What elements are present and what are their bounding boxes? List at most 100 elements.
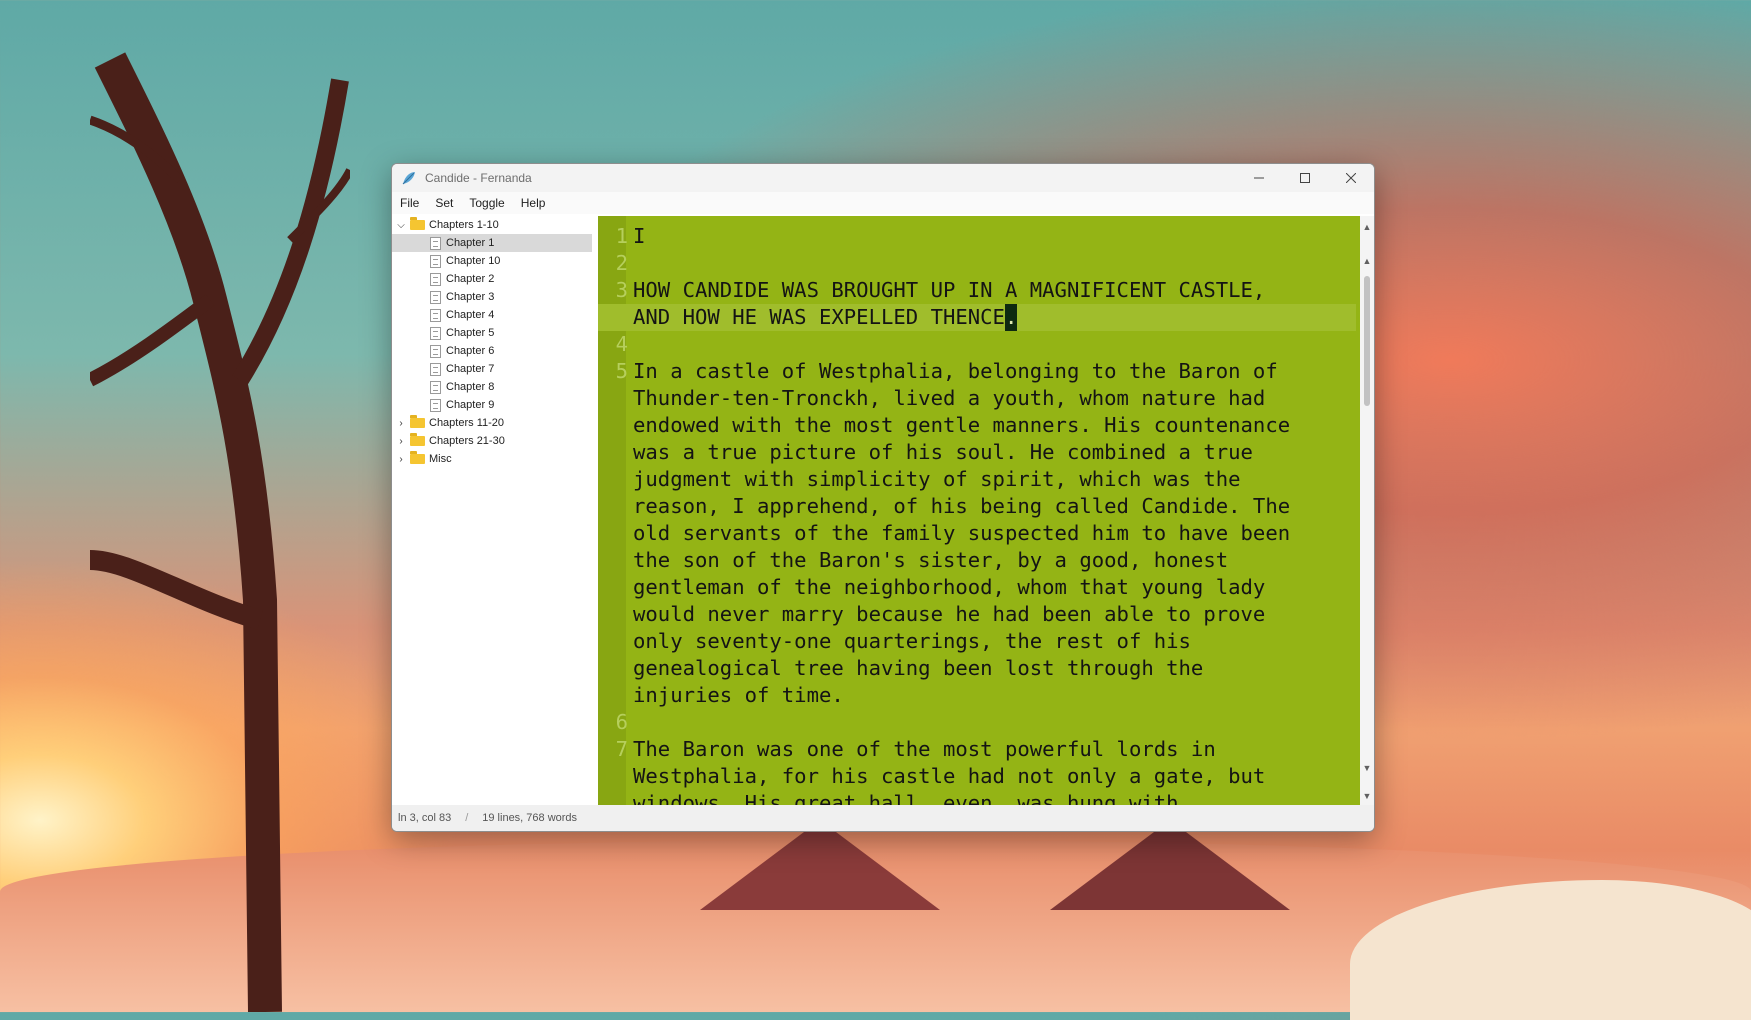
text-editor[interactable]: 1I2 3 HOW CANDIDE WAS BROUGHT UP IN A MAG… (598, 216, 1360, 805)
line-number: 3 (615, 278, 628, 302)
tree-item-chapter-7[interactable]: Chapter 7 (392, 360, 592, 378)
line-text: I (633, 224, 646, 248)
editor-line[interactable]: Westphalia, for his castle had not only … (598, 763, 1356, 790)
status-separator: / (465, 812, 469, 824)
editor-line[interactable]: injuries of time. (598, 682, 1356, 709)
tree-item-chapter-5[interactable]: Chapter 5 (392, 324, 592, 342)
tree-folder-misc[interactable]: › Misc (392, 450, 592, 468)
menu-set[interactable]: Set (435, 196, 461, 210)
document-counts: 19 lines, 768 words (482, 812, 578, 824)
vertical-scrollbar[interactable]: ▲ ▲ ▼ ▼ (1360, 216, 1374, 805)
editor-line[interactable]: AND HOW HE WAS EXPELLED THENCE. (598, 304, 1356, 331)
editor-line[interactable]: 6 (598, 709, 1356, 736)
menu-file[interactable]: File (400, 196, 427, 210)
document-icon (430, 362, 441, 376)
document-icon (430, 380, 441, 394)
cursor-position: ln 3, col 83 (398, 812, 452, 824)
scroll-up-icon[interactable]: ▲ (1360, 254, 1374, 268)
tree-label: Chapters 21-30 (429, 435, 505, 447)
editor-line[interactable]: only seventy-one quarterings, the rest o… (598, 628, 1356, 655)
chevron-down-icon[interactable]: ⌵ (396, 220, 406, 231)
scrollbar-thumb[interactable] (1364, 276, 1370, 406)
tree-item-chapter-1[interactable]: Chapter 1 (392, 234, 592, 252)
line-number (598, 304, 633, 331)
editor-line[interactable]: was a true picture of his soul. He combi… (598, 439, 1356, 466)
minimize-button[interactable] (1236, 164, 1282, 192)
editor-line[interactable]: windows. His great hall, even, was hung … (598, 790, 1356, 805)
line-text: old servants of the family suspected him… (633, 521, 1291, 545)
title-bar[interactable]: Candide - Fernanda (392, 164, 1374, 192)
editor-line[interactable]: 4 (598, 331, 1356, 358)
tree-item-chapter-8[interactable]: Chapter 8 (392, 378, 592, 396)
editor-line[interactable]: 1I (598, 223, 1356, 250)
document-icon (430, 344, 441, 358)
editor-line[interactable]: would never marry because he had been ab… (598, 601, 1356, 628)
document-icon (430, 290, 441, 304)
line-text (633, 331, 645, 358)
editor-line[interactable]: 7 The Baron was one of the most powerful … (598, 736, 1356, 763)
tree-label: Chapter 5 (446, 327, 495, 339)
line-text (633, 250, 645, 277)
line-number (598, 547, 633, 574)
line-number (598, 601, 633, 628)
scroll-top-icon[interactable]: ▲ (1360, 220, 1374, 234)
folder-icon (410, 217, 425, 230)
line-text: Thunder-ten-Tronckh, lived a youth, whom… (633, 386, 1266, 410)
editor-line[interactable]: 3 HOW CANDIDE WAS BROUGHT UP IN A MAGNIFI… (598, 277, 1356, 304)
document-icon (430, 236, 441, 250)
tree-label: Chapter 4 (446, 309, 495, 321)
editor-line[interactable]: reason, I apprehend, of his being called… (598, 493, 1356, 520)
tree-label: Chapter 3 (446, 291, 495, 303)
editor-line[interactable]: 2 (598, 250, 1356, 277)
tree-folder-chapters-21-30[interactable]: › Chapters 21-30 (392, 432, 592, 450)
tree-label: Chapter 9 (446, 399, 495, 411)
menu-bar: File Set Toggle Help (392, 192, 1374, 214)
editor-line[interactable]: judgment with simplicity of spirit, whic… (598, 466, 1356, 493)
line-number (598, 520, 633, 547)
tree-item-chapter-2[interactable]: Chapter 2 (392, 270, 592, 288)
close-button[interactable] (1328, 164, 1374, 192)
tree-item-chapter-6[interactable]: Chapter 6 (392, 342, 592, 360)
tree-item-chapter-9[interactable]: Chapter 9 (392, 396, 592, 414)
line-text: The Baron was one of the most powerful l… (633, 737, 1216, 761)
line-number: 6 (615, 710, 628, 734)
maximize-button[interactable] (1282, 164, 1328, 192)
editor-line[interactable]: endowed with the most gentle manners. Hi… (598, 412, 1356, 439)
window-controls (1236, 164, 1374, 192)
app-window: Candide - Fernanda File Set Toggle Help … (391, 163, 1375, 832)
editor-line[interactable]: gentleman of the neighborhood, whom that… (598, 574, 1356, 601)
line-text: endowed with the most gentle manners. Hi… (633, 413, 1291, 437)
tree-label: Chapter 7 (446, 363, 495, 375)
line-text (633, 709, 645, 736)
editor-line[interactable]: genealogical tree having been lost throu… (598, 655, 1356, 682)
chevron-right-icon[interactable]: › (396, 454, 406, 465)
scroll-bottom-icon[interactable]: ▼ (1360, 789, 1374, 803)
menu-help[interactable]: Help (521, 196, 554, 210)
line-text: judgment with simplicity of spirit, whic… (633, 467, 1241, 491)
editor-line[interactable]: 5 In a castle of Westphalia, belonging to… (598, 358, 1356, 385)
menu-toggle[interactable]: Toggle (469, 196, 512, 210)
file-tree: ⌵ Chapters 1-10 Chapter 1 Chapter 10 Cha… (392, 216, 592, 805)
tree-item-chapter-3[interactable]: Chapter 3 (392, 288, 592, 306)
minimize-icon (1254, 177, 1264, 179)
document-icon (430, 308, 441, 322)
tree-folder-chapters-1-10[interactable]: ⌵ Chapters 1-10 (392, 216, 592, 234)
chevron-right-icon[interactable]: › (396, 418, 406, 429)
editor-line[interactable]: the son of the Baron's sister, by a good… (598, 547, 1356, 574)
tree-folder-chapters-11-20[interactable]: › Chapters 11-20 (392, 414, 592, 432)
line-number: 5 (615, 359, 628, 383)
scroll-down-icon[interactable]: ▼ (1360, 761, 1374, 775)
chevron-right-icon[interactable]: › (396, 436, 406, 447)
editor-line[interactable]: Thunder-ten-Tronckh, lived a youth, whom… (598, 385, 1356, 412)
document-icon (430, 398, 441, 412)
line-text: HOW CANDIDE WAS BROUGHT UP IN A MAGNIFIC… (633, 278, 1266, 302)
line-text: windows. His great hall, even, was hung … (633, 791, 1179, 805)
line-text: AND HOW HE WAS EXPELLED THENCE (633, 305, 1005, 329)
editor-line[interactable]: old servants of the family suspected him… (598, 520, 1356, 547)
tree-item-chapter-10[interactable]: Chapter 10 (392, 252, 592, 270)
line-number (598, 682, 633, 709)
editor-lines[interactable]: 1I2 3 HOW CANDIDE WAS BROUGHT UP IN A MAG… (598, 223, 1356, 805)
main-area: ⌵ Chapters 1-10 Chapter 1 Chapter 10 Cha… (392, 216, 1374, 805)
line-text: In a castle of Westphalia, belonging to … (633, 359, 1278, 383)
tree-item-chapter-4[interactable]: Chapter 4 (392, 306, 592, 324)
